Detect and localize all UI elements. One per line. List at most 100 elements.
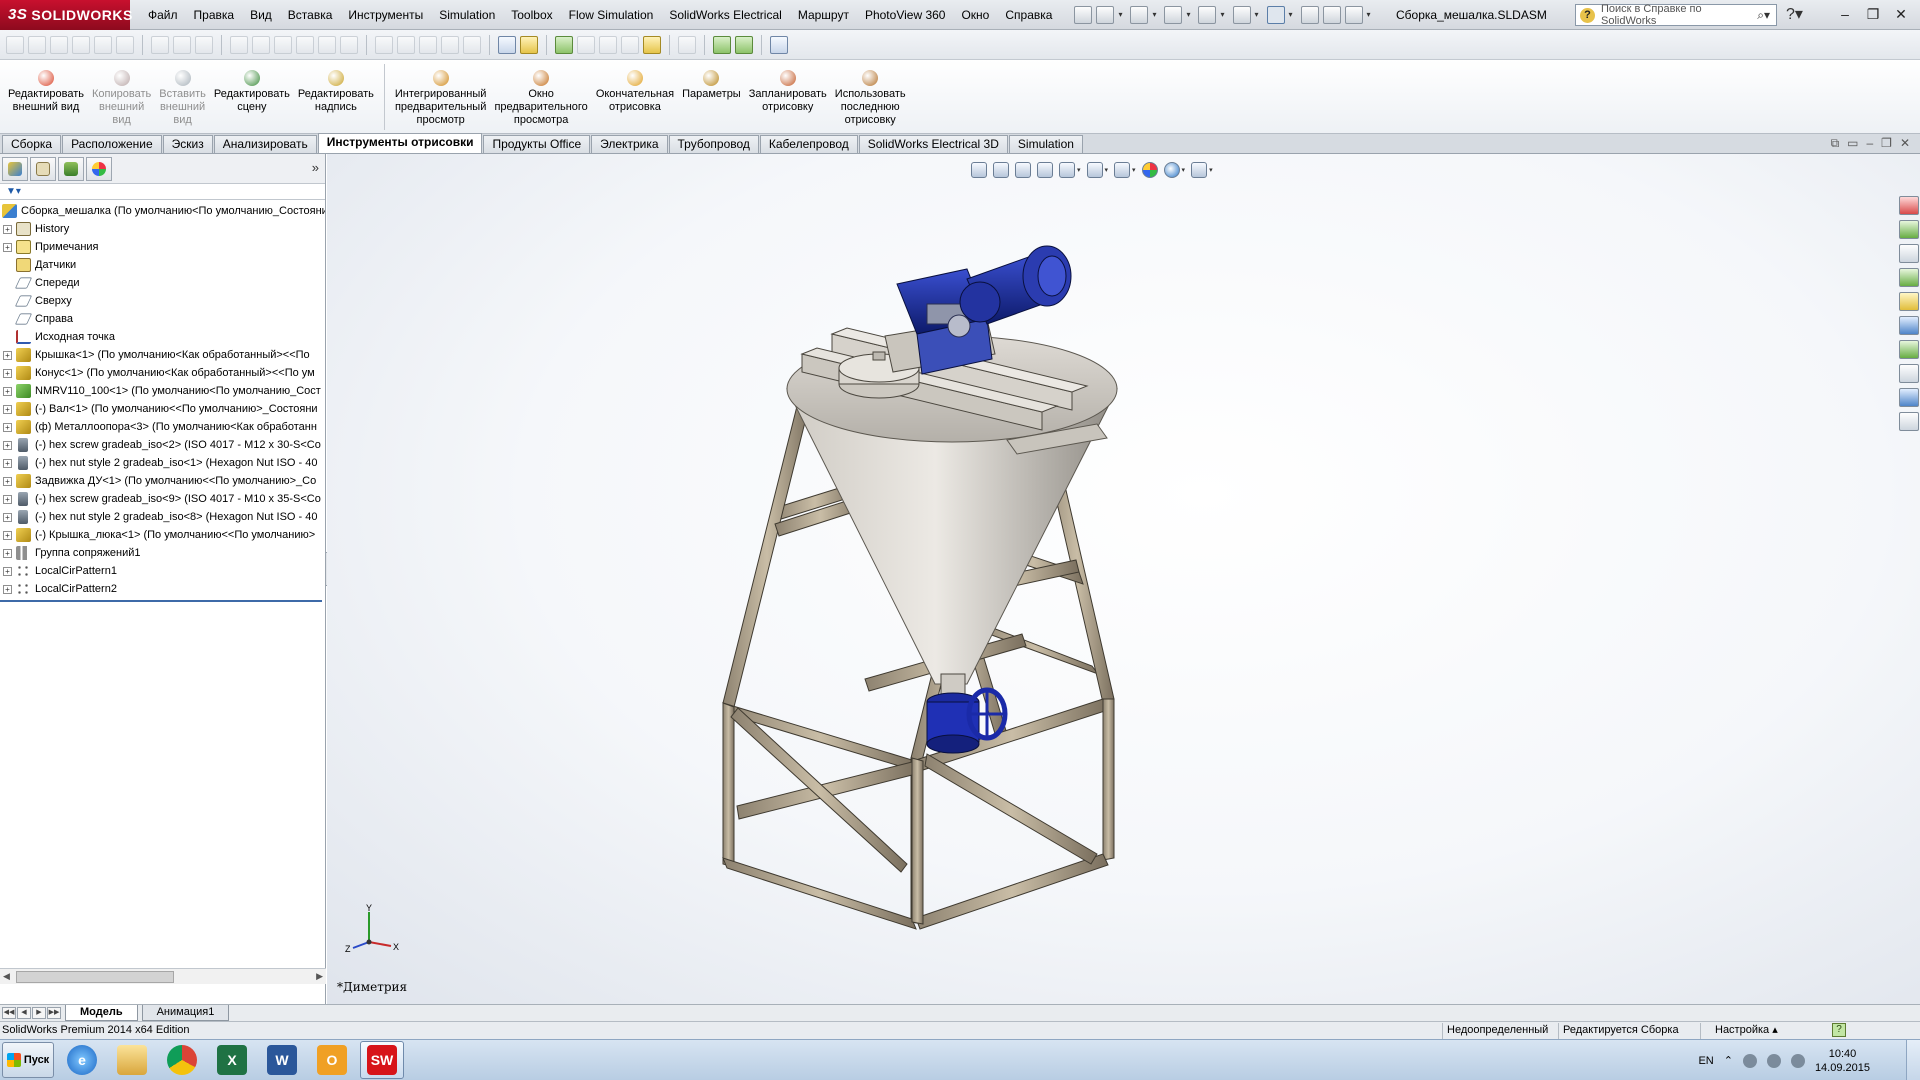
tab-0[interactable]: Сборка <box>2 135 62 153</box>
task-pane-extra-icon[interactable] <box>1899 412 1919 431</box>
search-icon[interactable]: ⌕▾ <box>1757 8 1770 23</box>
scroll-left-icon[interactable]: ◀ <box>3 971 10 982</box>
tree-item[interactable]: + Конус<1> (По умолчанию<Как обработанный… <box>0 364 325 382</box>
toolbar-icon[interactable] <box>463 35 481 54</box>
file-properties-icon[interactable] <box>1322 5 1341 24</box>
tree-item[interactable]: + LocalCirPattern1 <box>0 562 325 580</box>
expand-toggle-icon[interactable]: + <box>3 368 12 378</box>
pin-icon[interactable] <box>1074 5 1093 24</box>
tree-item[interactable]: Сборка_мешалка (По умолчанию<По умолчани… <box>0 202 325 220</box>
expand-toggle-icon[interactable]: + <box>3 476 12 486</box>
open-icon[interactable] <box>1130 5 1149 24</box>
menu-item[interactable]: Flow Simulation <box>561 0 662 30</box>
toolbar-icon[interactable] <box>441 35 459 54</box>
graphics-area[interactable]: ▾ ▾ ▾ ▾ ▾ Y X Z *Диметрия <box>327 154 1920 1004</box>
command-button[interactable]: Запланировать отрисовку <box>745 60 831 114</box>
file-explorer-icon[interactable] <box>1899 244 1919 263</box>
toolbar-icon[interactable] <box>643 35 661 54</box>
expand-toggle-icon[interactable]: + <box>3 350 12 360</box>
tab-3[interactable]: Анализировать <box>213 135 317 153</box>
toolbar-icon[interactable] <box>397 35 415 54</box>
expand-toggle-icon[interactable]: + <box>3 512 12 522</box>
settings-menu[interactable]: Настройка ▴ <box>1700 1023 1782 1039</box>
help-search-input[interactable]: Поиск в Справке по SolidWorks <box>1601 3 1757 27</box>
tab-10[interactable]: Simulation <box>1008 135 1083 153</box>
sketch-icon[interactable] <box>770 35 788 54</box>
next-tab-icon[interactable]: ▶ <box>32 1007 46 1019</box>
toolbar-icon[interactable] <box>419 35 437 54</box>
menu-item[interactable]: Simulation <box>431 0 503 30</box>
feature-manager-tab[interactable] <box>2 156 28 181</box>
tree-item[interactable]: + Задвижка ДУ<1> (По умолчанию<<По умолча… <box>0 472 325 490</box>
tree-item[interactable]: + (ф) Металлоопора<3> (По умолчанию<Как о… <box>0 418 325 436</box>
3d-content-icon[interactable] <box>1899 388 1919 407</box>
tree-item[interactable]: + (-) hex screw gradeab_iso<2> (ISO 4017 … <box>0 436 325 454</box>
expand-toggle-icon[interactable]: + <box>3 494 12 504</box>
design-library-icon[interactable] <box>1899 220 1919 239</box>
select-arrow-icon[interactable] <box>1266 5 1285 24</box>
tray-expand-icon[interactable]: ⌃ <box>1724 1054 1733 1067</box>
taskbar-app-button[interactable]: W <box>260 1041 304 1079</box>
taskbar-app-button[interactable]: SW <box>360 1041 404 1079</box>
start-button[interactable]: Пуск <box>2 1042 54 1078</box>
expand-toggle-icon[interactable]: + <box>3 404 12 414</box>
first-tab-icon[interactable]: ◀◀ <box>2 1007 16 1019</box>
expand-toggle-icon[interactable]: + <box>3 548 12 558</box>
doc-minimize-icon[interactable]: – <box>1866 136 1873 151</box>
toolbar-icon[interactable] <box>274 35 292 54</box>
options-icon[interactable] <box>1344 5 1363 24</box>
tree-item[interactable]: + (-) hex nut style 2 gradeab_iso<8> (Hex… <box>0 508 325 526</box>
quick-tips-icon[interactable]: ? <box>1832 1023 1846 1037</box>
menu-item[interactable]: Справка <box>997 0 1060 30</box>
tree-item[interactable]: Сверху <box>0 292 325 310</box>
menu-item[interactable]: PhotoView 360 <box>857 0 954 30</box>
expand-toggle-icon[interactable]: + <box>3 440 12 450</box>
taskbar-app-button[interactable]: O <box>310 1041 354 1079</box>
command-button[interactable]: Окончательная отрисовка <box>592 60 678 114</box>
tree-item[interactable]: Справа <box>0 310 325 328</box>
clock[interactable]: 10:40 14.09.2015 <box>1815 1047 1870 1075</box>
command-button[interactable]: Копировать внешний вид <box>88 60 155 127</box>
tree-item[interactable]: Датчики <box>0 256 325 274</box>
tree-item[interactable]: + LocalCirPattern2 <box>0 580 325 598</box>
command-button[interactable]: Редактировать надпись <box>294 60 378 114</box>
toolbar-icon[interactable] <box>94 35 112 54</box>
display-icon[interactable] <box>498 35 516 54</box>
expand-toggle-icon[interactable]: + <box>3 224 12 234</box>
toolbar-icon[interactable] <box>151 35 169 54</box>
view-palette-icon[interactable] <box>1899 292 1919 311</box>
toolbar-icon[interactable] <box>6 35 24 54</box>
tab-1[interactable]: Расположение <box>62 135 162 153</box>
expand-toggle-icon[interactable]: + <box>3 566 12 576</box>
expand-toggle-icon[interactable]: + <box>3 530 12 540</box>
search-results-icon[interactable] <box>1899 268 1919 287</box>
tree-item[interactable]: + (-) Крышка_люка<1> (По умолчанию<<По ум… <box>0 526 325 544</box>
menu-item[interactable]: Правка <box>186 0 243 30</box>
command-button[interactable]: Редактировать сцену <box>210 60 294 114</box>
expand-toggle-icon[interactable]: + <box>3 458 12 468</box>
tree-item[interactable]: + NMRV110_100<1> (По умолчанию<По умолчан… <box>0 382 325 400</box>
close-button[interactable]: ✕ <box>1888 2 1914 26</box>
menu-item[interactable]: Файл <box>140 0 186 30</box>
undo-icon[interactable] <box>1232 5 1251 24</box>
expand-toggle-icon[interactable]: + <box>3 386 12 396</box>
show-desktop-button[interactable] <box>1906 1040 1920 1080</box>
expand-toggle-icon[interactable]: + <box>3 242 12 252</box>
tree-item[interactable]: + Примечания <box>0 238 325 256</box>
menu-item[interactable]: Вид <box>242 0 280 30</box>
expand-toggle-icon[interactable]: + <box>3 422 12 432</box>
menu-item[interactable]: Маршрут <box>790 0 857 30</box>
cascade-icon[interactable]: ▭ <box>1847 136 1858 151</box>
appearances-icon[interactable] <box>1899 316 1919 335</box>
tree-filter[interactable]: ▼▾ <box>0 184 325 200</box>
tree-item[interactable]: + (-) hex nut style 2 gradeab_iso<1> (Hex… <box>0 454 325 472</box>
toolbar-icon[interactable] <box>252 35 270 54</box>
tab-9[interactable]: SolidWorks Electrical 3D <box>858 135 1008 153</box>
smart-mates-icon[interactable] <box>555 35 573 54</box>
expand-panel-icon[interactable]: » <box>312 160 319 175</box>
taskbar-app-button[interactable] <box>110 1041 154 1079</box>
move-component-icon[interactable] <box>713 35 731 54</box>
solidworks-resources-icon[interactable] <box>1899 196 1919 215</box>
command-button[interactable]: Использовать последнюю отрисовку <box>831 60 910 127</box>
volume-icon[interactable] <box>1790 1053 1805 1068</box>
